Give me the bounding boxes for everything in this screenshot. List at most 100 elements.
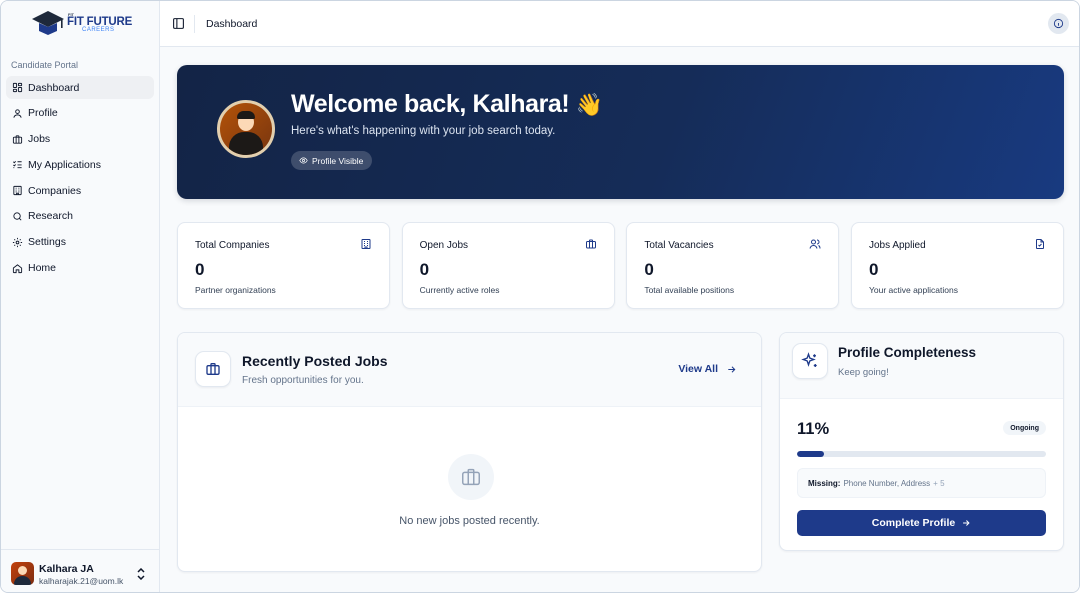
completeness-percent: 11% bbox=[797, 420, 830, 438]
recent-jobs-header: Recently Posted Jobs Fresh opportunities… bbox=[178, 333, 761, 407]
stat-card-open-jobs: Open Jobs 0 Currently active roles bbox=[401, 222, 615, 309]
sidebar-nav: Dashboard Profile Jobs My Applications C… bbox=[6, 76, 154, 282]
graduation-cap-icon bbox=[32, 11, 64, 35]
missing-more-count: + 5 bbox=[933, 478, 945, 488]
sidebar-item-label: Companies bbox=[28, 184, 82, 197]
profile-visibility-label: Profile Visible bbox=[312, 155, 364, 166]
stat-value: 0 bbox=[419, 260, 430, 279]
sidebar: FIT FIT FUTURE CAREERS Candidate Portal … bbox=[1, 1, 160, 592]
profile-completeness-subtitle: Keep going! bbox=[838, 367, 889, 378]
sidebar-item-research[interactable]: Research bbox=[6, 205, 154, 228]
welcome-banner: Welcome back, Kalhara! 👋 Here's what's h… bbox=[177, 65, 1064, 199]
brand-subtitle: CAREERS bbox=[82, 27, 115, 33]
profile-visibility-badge[interactable]: Profile Visible bbox=[291, 151, 373, 170]
profile-avatar bbox=[217, 100, 275, 158]
profile-completeness-icon-box bbox=[792, 343, 828, 379]
sidebar-item-dashboard[interactable]: Dashboard bbox=[6, 76, 154, 99]
avatar bbox=[11, 562, 34, 585]
building-icon bbox=[361, 239, 371, 249]
stats-row: Total Companies 0 Partner organizations … bbox=[177, 222, 1065, 309]
user-email: kalharajak.21@uom.lk bbox=[39, 576, 124, 586]
sidebar-item-settings[interactable]: Settings bbox=[6, 231, 154, 254]
briefcase-icon bbox=[206, 363, 220, 375]
sidebar-item-jobs[interactable]: Jobs bbox=[6, 128, 154, 151]
view-all-link[interactable]: View All bbox=[678, 363, 737, 375]
profile-completeness-header: Profile Completeness Keep going! bbox=[780, 333, 1063, 399]
sidebar-item-companies[interactable]: Companies bbox=[6, 179, 154, 202]
sidebar-item-label: Dashboard bbox=[28, 81, 80, 94]
empty-state-text: No new jobs posted recently. bbox=[399, 515, 540, 527]
sidebar-section-label: Candidate Portal bbox=[11, 60, 79, 70]
app-window: FIT FIT FUTURE CAREERS Candidate Portal … bbox=[0, 0, 1080, 593]
gear-icon bbox=[11, 236, 23, 248]
dashboard-icon bbox=[11, 82, 23, 94]
stat-value: 0 bbox=[195, 260, 205, 279]
stat-title: Open Jobs bbox=[419, 240, 469, 251]
arrow-right-icon bbox=[963, 520, 970, 526]
recent-jobs-icon-box bbox=[195, 351, 231, 387]
sidebar-item-label: My Applications bbox=[28, 158, 101, 171]
recent-jobs-card: Recently Posted Jobs Fresh opportunities… bbox=[177, 332, 762, 572]
status-badge: Ongoing bbox=[1003, 421, 1046, 435]
completeness-progress-bar bbox=[797, 451, 1046, 457]
user-name: Kalhara JA bbox=[39, 563, 94, 575]
briefcase-icon bbox=[585, 239, 596, 249]
stat-card-total-vacancies: Total Vacancies 0 Total available positi… bbox=[626, 222, 840, 309]
welcome-title-text: Welcome back, Kalhara! bbox=[291, 90, 570, 118]
stat-title: Total Companies bbox=[195, 240, 270, 251]
missing-fields-box: Missing: Phone Number, Address + 5 bbox=[797, 468, 1046, 498]
welcome-title: Welcome back, Kalhara! 👋 bbox=[291, 90, 603, 119]
stat-card-total-companies: Total Companies 0 Partner organizations bbox=[177, 222, 391, 309]
sidebar-item-label: Settings bbox=[28, 236, 66, 249]
missing-items: Phone Number, Address bbox=[843, 478, 931, 488]
sidebar-item-home[interactable]: Home bbox=[6, 257, 154, 280]
sidebar-item-profile[interactable]: Profile bbox=[6, 102, 154, 125]
users-icon bbox=[809, 239, 821, 249]
chevrons-up-down-icon[interactable] bbox=[136, 568, 146, 580]
profile-completeness-card: Profile Completeness Keep going! 11% Ong… bbox=[779, 332, 1064, 551]
main-content: Welcome back, Kalhara! 👋 Here's what's h… bbox=[160, 47, 1079, 592]
stat-card-jobs-applied: Jobs Applied 0 Your active applications bbox=[850, 222, 1065, 309]
sidebar-item-label: Home bbox=[28, 262, 57, 275]
user-menu[interactable]: Kalhara JA kalharajak.21@uom.lk bbox=[1, 549, 160, 592]
user-icon bbox=[11, 107, 23, 119]
eye-icon bbox=[299, 157, 308, 164]
stat-value: 0 bbox=[644, 260, 654, 279]
list-check-icon bbox=[11, 159, 23, 171]
complete-profile-label: Complete Profile bbox=[871, 517, 956, 529]
stat-description: Your active applications bbox=[868, 285, 958, 295]
recent-jobs-title: Recently Posted Jobs bbox=[242, 353, 388, 369]
search-icon bbox=[11, 210, 23, 222]
sparkles-icon bbox=[801, 352, 817, 367]
empty-state-icon-circle bbox=[448, 454, 494, 500]
completeness-progress-fill bbox=[797, 451, 825, 457]
info-button[interactable] bbox=[1048, 13, 1069, 34]
topbar-divider bbox=[194, 15, 195, 33]
stat-title: Total Vacancies bbox=[644, 240, 714, 251]
view-all-label: View All bbox=[678, 363, 718, 375]
topbar: Dashboard bbox=[160, 1, 1079, 47]
arrow-right-icon bbox=[728, 365, 736, 373]
complete-profile-button[interactable]: Complete Profile bbox=[797, 510, 1046, 536]
missing-label: Missing: bbox=[808, 478, 841, 488]
breadcrumb: Dashboard bbox=[206, 18, 258, 30]
stat-description: Partner organizations bbox=[195, 285, 276, 295]
waving-hand-icon: 👋 bbox=[575, 92, 603, 117]
file-check-icon bbox=[1036, 239, 1045, 249]
home-icon bbox=[11, 262, 23, 274]
stat-value: 0 bbox=[868, 260, 879, 279]
briefcase-icon bbox=[11, 133, 23, 145]
brand-logo[interactable]: FIT FIT FUTURE CAREERS bbox=[31, 9, 132, 37]
welcome-subtitle: Here's what's happening with your job se… bbox=[291, 125, 556, 137]
sidebar-item-my-applications[interactable]: My Applications bbox=[6, 153, 154, 176]
sidebar-item-label: Profile bbox=[28, 107, 58, 120]
sidebar-item-label: Research bbox=[28, 210, 73, 223]
stat-description: Total available positions bbox=[644, 285, 735, 295]
sidebar-toggle-icon[interactable] bbox=[172, 17, 185, 30]
info-icon bbox=[1053, 18, 1064, 29]
sidebar-item-label: Jobs bbox=[28, 133, 51, 146]
stat-title: Jobs Applied bbox=[868, 240, 926, 251]
recent-jobs-subtitle: Fresh opportunities for you. bbox=[242, 375, 364, 386]
briefcase-icon bbox=[462, 468, 480, 486]
profile-completeness-title: Profile Completeness bbox=[838, 345, 977, 360]
